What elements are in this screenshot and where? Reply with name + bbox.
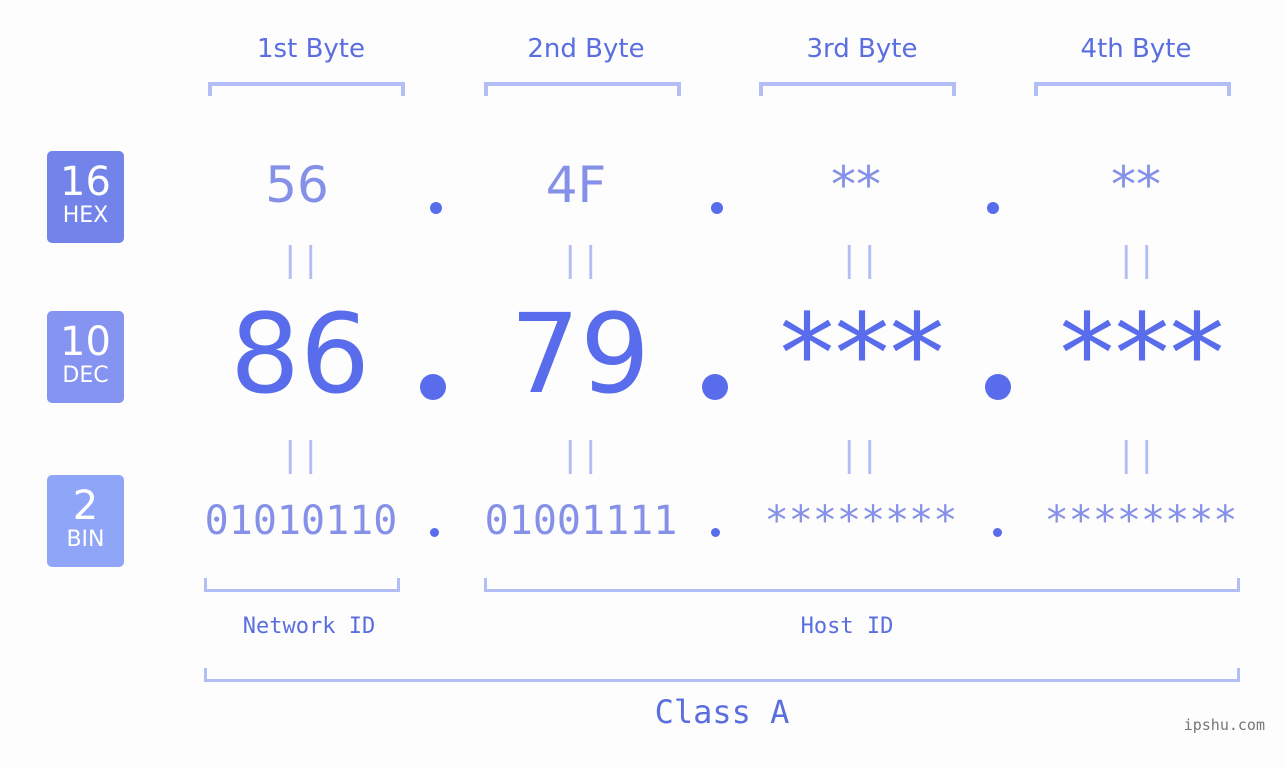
byte-bracket-3 <box>759 82 956 96</box>
hex-byte-4: ** <box>1111 156 1161 214</box>
byte-label-1: 1st Byte <box>257 34 365 64</box>
bin-byte-1: 01010110 <box>204 498 398 544</box>
bin-dot-2 <box>711 528 720 537</box>
dec-dot-3 <box>985 374 1011 400</box>
dec-byte-3: *** <box>779 290 945 418</box>
equals-icon: || <box>280 435 321 475</box>
dec-dot-1 <box>420 374 446 400</box>
class-bracket <box>204 668 1240 682</box>
hex-base-number: 16 <box>60 159 111 205</box>
bin-byte-3: ******** <box>764 498 958 544</box>
byte-label-3: 3rd Byte <box>806 34 918 64</box>
byte-bracket-2 <box>484 82 681 96</box>
dec-byte-4: *** <box>1059 290 1225 418</box>
hex-byte-3: ** <box>831 156 881 214</box>
watermark: ipshu.com <box>1183 716 1265 734</box>
hex-byte-1: 56 <box>265 156 329 214</box>
host-id-bracket <box>484 578 1240 592</box>
dec-base-number: 10 <box>60 319 111 365</box>
byte-label-4: 4th Byte <box>1080 34 1192 64</box>
byte-bracket-4 <box>1034 82 1231 96</box>
hex-dot-3 <box>987 202 999 214</box>
dec-base-label: DEC <box>62 363 109 388</box>
equals-icon: || <box>1116 435 1157 475</box>
hex-dot-1 <box>430 202 442 214</box>
equals-icon: || <box>839 435 880 475</box>
bin-byte-2: 01001111 <box>484 498 678 544</box>
equals-icon: || <box>839 240 880 280</box>
dec-dot-2 <box>702 374 728 400</box>
byte-label-2: 2nd Byte <box>527 34 645 64</box>
hex-dot-2 <box>711 202 723 214</box>
hex-byte-2: 4F <box>545 156 607 214</box>
class-label: Class A <box>654 693 790 731</box>
dec-byte-2: 79 <box>510 290 650 418</box>
hex-badge: 16 HEX <box>47 151 124 243</box>
bin-byte-4: ******** <box>1044 498 1238 544</box>
equals-icon: || <box>560 240 601 280</box>
bin-dot-3 <box>993 528 1002 537</box>
equals-icon: || <box>1116 240 1157 280</box>
equals-icon: || <box>280 240 321 280</box>
bin-badge: 2 BIN <box>47 475 124 567</box>
hex-base-label: HEX <box>62 203 109 228</box>
bin-base-number: 2 <box>72 483 99 529</box>
equals-icon: || <box>560 435 601 475</box>
network-id-label: Network ID <box>242 614 376 639</box>
dec-byte-1: 86 <box>230 290 370 418</box>
network-id-bracket <box>204 578 400 592</box>
byte-bracket-1 <box>208 82 405 96</box>
host-id-label: Host ID <box>800 614 894 639</box>
dec-badge: 10 DEC <box>47 311 124 403</box>
bin-base-label: BIN <box>66 527 105 552</box>
bin-dot-1 <box>430 528 439 537</box>
